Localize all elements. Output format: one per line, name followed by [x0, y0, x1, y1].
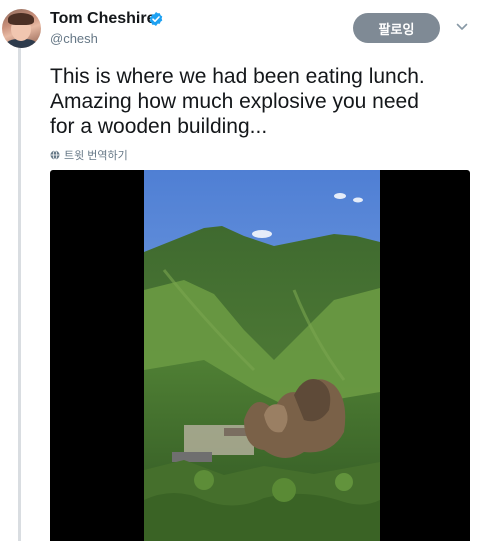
- translate-tweet-link[interactable]: 트윗 번역하기: [50, 147, 128, 163]
- chevron-down-icon[interactable]: [456, 22, 468, 32]
- author-name[interactable]: Tom Cheshire: [50, 10, 156, 28]
- video-frame-image: [144, 170, 380, 541]
- avatar-hair: [8, 13, 34, 25]
- thread-connector-line: [18, 46, 21, 541]
- following-button[interactable]: 팔로잉: [353, 13, 440, 43]
- globe-icon: [50, 150, 60, 160]
- author-handle[interactable]: @chesh: [50, 31, 98, 46]
- video-player[interactable]: [50, 170, 470, 541]
- verified-badge-icon: [149, 12, 163, 26]
- avatar[interactable]: [2, 9, 41, 48]
- translate-tweet-label: 트윗 번역하기: [64, 150, 128, 162]
- tweet-text: This is where we had been eating lunch. …: [50, 65, 425, 138]
